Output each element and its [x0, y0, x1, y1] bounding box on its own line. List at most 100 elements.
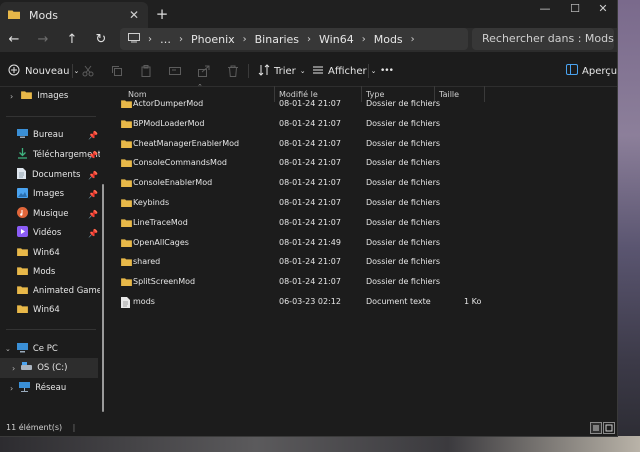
folder-icon: [8, 9, 20, 22]
chevron-right-icon: ›: [410, 33, 415, 45]
sidebar-item-animated-game-timer[interactable]: Animated Game Timer: [0, 281, 100, 301]
sidebar-item-documents[interactable]: Documents 📌: [0, 165, 100, 185]
pictures-icon: [17, 187, 28, 201]
file-type: Dossier de fichiers: [366, 217, 441, 227]
preview-button-label: Aperçu: [582, 65, 618, 77]
breadcrumb-win64[interactable]: Win64: [319, 33, 354, 46]
folder-icon: [121, 257, 132, 268]
breadcrumb-binaries[interactable]: Binaries: [255, 33, 299, 46]
sidebar-item-this-pc[interactable]: ⌄ Ce PC: [0, 339, 100, 359]
file-type: Document texte: [366, 297, 431, 306]
sidebar-item-network[interactable]: › Réseau: [0, 378, 100, 398]
cut-icon[interactable]: [82, 56, 94, 86]
sidebar-scrollbar[interactable]: [102, 184, 104, 412]
column-header-size[interactable]: Taille: [439, 86, 459, 102]
details-view-icon[interactable]: [590, 422, 602, 434]
forward-arrow-icon[interactable]: →: [35, 32, 51, 48]
close-window-button[interactable]: ✕: [588, 0, 618, 20]
view-button[interactable]: Afficher ⌄: [312, 56, 376, 86]
tiles-view-icon[interactable]: [603, 422, 615, 434]
file-row[interactable]: SplitScreenMod 08-01-24 21:07 Dossier de f…: [106, 277, 616, 303]
file-row[interactable]: ConsoleEnablerMod 08-01-24 21:07 Dossier d…: [106, 178, 616, 204]
sidebar-divider: [6, 116, 96, 117]
more-options-button[interactable]: •••: [380, 56, 394, 86]
file-name: mods: [133, 297, 155, 306]
status-bar: 11 élément(s) |: [0, 420, 617, 436]
download-icon: [17, 148, 28, 162]
network-icon: [19, 381, 31, 395]
file-name: OpenAllCages: [133, 237, 189, 247]
sidebar-item-label: Mods: [33, 267, 56, 277]
sidebar-item-videos[interactable]: Vidéos 📌: [0, 223, 100, 243]
file-modified: 08-01-24 21:07: [279, 138, 341, 148]
file-type: Dossier de fichiers: [366, 158, 441, 168]
column-divider[interactable]: [274, 86, 275, 102]
breadcrumb-mods[interactable]: Mods: [374, 33, 403, 46]
address-bar[interactable]: › … › Phoenix › Binaries › Win64 › Mods …: [120, 28, 468, 50]
pin-icon: 📌: [88, 170, 98, 180]
search-input[interactable]: Rechercher dans : Mods: [472, 28, 614, 50]
folder-icon: [121, 198, 132, 209]
overflow-crumb[interactable]: …: [160, 33, 171, 46]
sidebar-item-bureau[interactable]: Bureau 📌: [0, 125, 100, 145]
file-type: Dossier de fichiers: [366, 277, 441, 287]
back-arrow-icon[interactable]: ←: [6, 32, 22, 48]
delete-icon[interactable]: [227, 56, 239, 86]
pin-icon: 📌: [88, 209, 98, 219]
sidebar-divider: [6, 329, 96, 330]
breadcrumb-phoenix[interactable]: Phoenix: [191, 33, 235, 46]
sort-button[interactable]: Trier ⌄: [258, 56, 306, 86]
sidebar-item-win64-2[interactable]: Win64: [0, 300, 100, 320]
pin-icon: 📌: [88, 189, 98, 199]
sidebar-item-images[interactable]: Images 📌: [0, 184, 100, 204]
tab-mods[interactable]: Mods ✕: [0, 2, 148, 28]
folder-icon: [17, 266, 28, 278]
share-icon[interactable]: [198, 56, 210, 86]
sidebar-item-label: Images: [33, 189, 65, 199]
file-row[interactable]: OpenAllCages 08-01-24 21:49 Dossier de fic…: [106, 238, 616, 264]
toolbar-divider: [72, 64, 73, 78]
tab-close-icon[interactable]: ✕: [126, 8, 142, 22]
column-divider[interactable]: [484, 86, 485, 102]
folder-icon: [17, 247, 28, 259]
minimize-button[interactable]: —: [530, 0, 560, 20]
file-modified: 08-01-24 21:07: [279, 158, 341, 168]
file-name: CheatManagerEnablerMod: [133, 138, 240, 148]
status-divider: |: [72, 423, 76, 432]
pin-icon: 📌: [88, 130, 98, 140]
sort-icon: [258, 63, 270, 79]
rename-icon[interactable]: [169, 56, 181, 86]
up-arrow-icon[interactable]: ↑: [64, 32, 80, 48]
preview-button[interactable]: Aperçu: [566, 56, 617, 86]
sidebar-item-drive-c[interactable]: › OS (C:): [0, 358, 98, 378]
document-icon: [17, 168, 26, 182]
text-file-icon: [121, 297, 130, 310]
refresh-icon[interactable]: ↻: [93, 32, 109, 48]
sidebar-item-win64[interactable]: Win64: [0, 243, 100, 263]
sidebar-item-label: Réseau: [35, 383, 67, 393]
new-button[interactable]: Nouveau ⌄: [8, 56, 79, 86]
sort-caret-icon: ⌃: [197, 83, 203, 91]
file-type: Dossier de fichiers: [366, 237, 441, 247]
maximize-button[interactable]: ☐: [560, 0, 590, 20]
copy-icon[interactable]: [111, 56, 123, 86]
chevron-down-icon: ⌄: [5, 345, 11, 353]
column-divider[interactable]: [361, 86, 362, 102]
sidebar-item-musique[interactable]: Musique 📌: [0, 204, 100, 224]
file-type: Dossier de fichiers: [366, 99, 441, 108]
file-row[interactable]: mods 06-03-23 02:12 Document texte 1 Ko: [106, 297, 616, 323]
file-modified: 08-01-24 21:07: [279, 217, 341, 227]
drive-icon: [21, 362, 33, 374]
file-modified: 08-01-24 21:07: [279, 198, 341, 207]
sidebar-item-label: Ce PC: [32, 344, 58, 354]
pin-icon: 📌: [88, 150, 98, 160]
paste-icon[interactable]: [140, 56, 152, 86]
file-name: ConsoleCommandsMod: [133, 158, 227, 168]
sidebar-item-mods[interactable]: Mods: [0, 262, 100, 282]
chevron-down-icon: ⌄: [73, 67, 80, 75]
sidebar-item-telechargements[interactable]: Téléchargements 📌: [0, 145, 100, 165]
new-tab-button[interactable]: +: [154, 6, 170, 22]
sidebar-item-images-top[interactable]: › Images: [0, 86, 100, 106]
folder-icon: [17, 304, 28, 316]
title-bar: Mods ✕ + — ☐ ✕: [0, 0, 617, 28]
